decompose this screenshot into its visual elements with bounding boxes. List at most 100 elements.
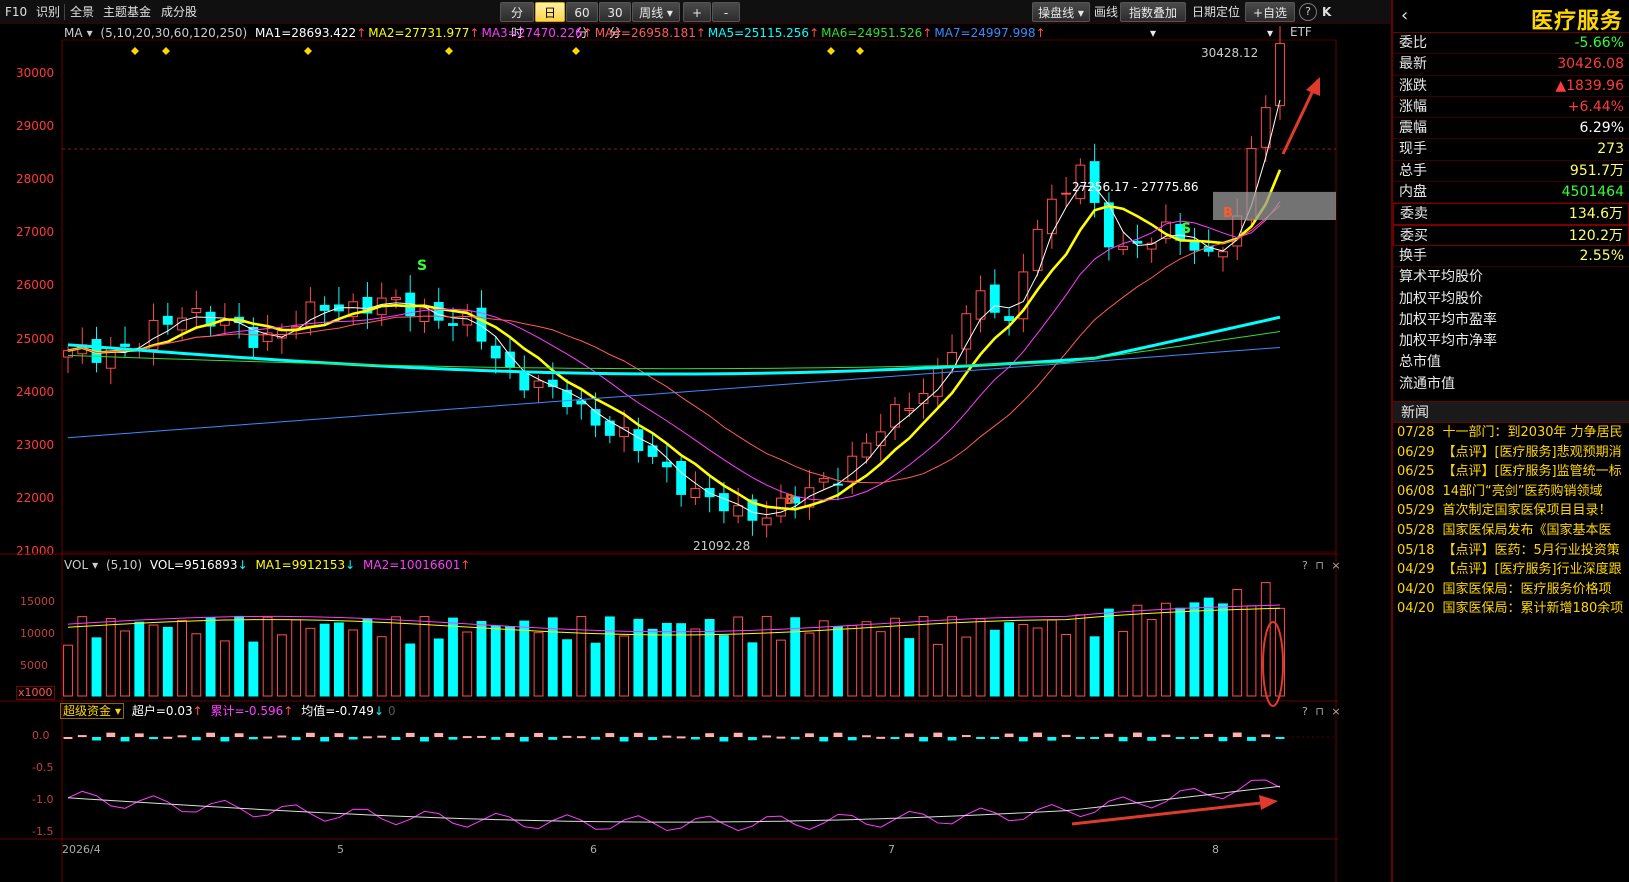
tab-60min[interactable]: 60分 <box>566 2 598 40</box>
volume-bar <box>1161 602 1171 697</box>
flow-bar <box>605 733 615 737</box>
cumulative-arrow: ↑ <box>283 704 294 718</box>
back-chevron-icon[interactable]: ‹ <box>1401 5 1408 26</box>
help-icon[interactable]: ? <box>1299 3 1317 21</box>
volume-bar <box>462 631 473 697</box>
candle-body <box>661 461 672 468</box>
volume-bar <box>661 622 672 697</box>
news-item[interactable]: 05/28 国家医保局发布《国家基本医 <box>1393 521 1629 541</box>
volume-bar <box>191 633 202 697</box>
tab-daily[interactable]: 日线 <box>535 2 565 40</box>
candle-body <box>1103 202 1114 248</box>
trading-line-label: 操盘线 <box>1038 6 1075 20</box>
zero-value: 0 <box>388 704 396 718</box>
components-link[interactable]: 成分股 <box>161 3 197 21</box>
low-price-label: 21092.28 <box>693 539 751 553</box>
buy-signal-label: B <box>785 493 795 508</box>
flow-bar <box>191 737 201 741</box>
toolbar-divider <box>64 4 65 20</box>
candle-body <box>319 304 330 311</box>
volume-bar <box>790 617 801 697</box>
volume-legend: VOL ▾ (5,10) VOL=9516893↓ MA1=9912153↓ MA… <box>64 557 474 573</box>
flow-bar <box>248 737 258 740</box>
flow-bar <box>420 737 429 742</box>
flow-bar <box>134 733 144 737</box>
candle-body <box>861 442 872 458</box>
identify-link[interactable]: 识别 <box>36 3 60 21</box>
tab-intraday[interactable]: 分时 <box>500 2 534 40</box>
candle-body <box>1218 251 1228 258</box>
news-item[interactable]: 04/20 国家医保局：医疗服务价格项 <box>1393 580 1629 600</box>
flow-bar <box>919 737 928 742</box>
volume-bar <box>448 617 458 697</box>
news-item[interactable]: 05/29 首次制定国家医保项目目录！ <box>1393 501 1629 521</box>
full-view-link[interactable]: 全景 <box>70 3 94 21</box>
news-item[interactable]: 04/20 国家医保局：累计新增180余项 <box>1393 599 1629 619</box>
zoom-out-button[interactable]: - <box>712 2 740 22</box>
news-item[interactable]: 05/18 【点评】医药：5月行业投资策 <box>1393 541 1629 561</box>
flow-bar <box>92 737 101 741</box>
volume-bar <box>405 643 416 697</box>
date-tick-label: 6 <box>590 843 597 856</box>
volume-bar <box>904 638 915 697</box>
flow-bar <box>1147 737 1157 741</box>
flow-bar <box>562 735 572 738</box>
flow-bar <box>876 736 886 739</box>
trading-line-dropdown[interactable]: 操盘线 ▾ <box>1032 2 1090 22</box>
volume-bar <box>847 625 858 697</box>
news-list: 07/28 十一部门：到2030年 力争居民 06/29 【点评】[医疗服务]悲观预期… <box>1393 423 1629 619</box>
event-marker-icon <box>856 47 864 55</box>
tab-30min[interactable]: 30分 <box>599 2 631 40</box>
collapse-panel-icon[interactable]: K <box>1322 3 1331 21</box>
volume-unit: x1000 <box>16 686 55 700</box>
index-overlay-dropdown[interactable]: 指数叠加 ▾ <box>1120 2 1186 40</box>
volume-bar <box>833 626 843 697</box>
week-dropdown[interactable]: 周线 ▾ <box>632 2 680 22</box>
news-item[interactable]: 04/29 【点评】[医疗服务]行业深度跟 <box>1393 560 1629 580</box>
flow-bar <box>291 737 301 741</box>
add-watchlist-dropdown[interactable]: +自选 ▾ <box>1245 2 1295 40</box>
candle-body <box>1061 192 1072 195</box>
f10-link[interactable]: F10 <box>5 3 27 21</box>
quote-row: 委比 -5.66% <box>1393 33 1629 55</box>
draw-line-button[interactable]: 画线 <box>1094 3 1118 21</box>
quote-value: 120.2万 <box>1568 227 1623 244</box>
date-locate-button[interactable]: 日期定位 <box>1192 3 1240 21</box>
news-item[interactable]: 06/08 14部门“亮剑”医药购销领域 <box>1393 482 1629 502</box>
quote-value: 6.29% <box>1579 120 1624 137</box>
news-date: 06/25 <box>1397 464 1435 480</box>
volume-bar <box>476 621 487 697</box>
news-date: 04/20 <box>1397 581 1435 597</box>
candle-body <box>120 343 130 347</box>
quote-value: 4501464 <box>1561 184 1624 201</box>
quote-row: 最新 30426.08 <box>1393 54 1629 76</box>
fund-flow-panel-controls[interactable]: ? ⊓ × <box>1302 705 1343 718</box>
fund-flow-selector[interactable]: 超级资金 ▾ <box>60 703 125 719</box>
flow-bar <box>1204 733 1214 737</box>
flow-bar <box>548 737 558 740</box>
vol-selector[interactable]: VOL ▾ <box>64 558 98 572</box>
news-tab[interactable]: 新闻 <box>1393 401 1629 424</box>
index-overlay-label: 指数叠加 <box>1128 6 1177 20</box>
quote-label: 内盘 <box>1399 184 1427 201</box>
flow-bar <box>805 733 814 737</box>
candle-body <box>676 461 687 495</box>
news-item[interactable]: 06/29 【点评】[医疗服务]悲观预期消 <box>1393 443 1629 463</box>
zoom-in-button[interactable]: + <box>683 2 711 22</box>
volume-panel-controls[interactable]: ? ⊓ × <box>1302 559 1343 572</box>
news-item[interactable]: 06/25 【点评】[医疗服务]监管统一标 <box>1393 462 1629 482</box>
candlestick-chart[interactable] <box>0 24 1391 882</box>
flow-bar <box>163 736 173 739</box>
flow-bar <box>149 737 158 740</box>
volume-bar <box>348 629 359 697</box>
volume-bar <box>120 630 130 697</box>
info-row: 总市值 <box>1399 354 1441 371</box>
info-row: 加权平均市净率 <box>1399 333 1497 350</box>
flow-bar <box>1232 732 1242 737</box>
theme-fund-link[interactable]: 主题基金 <box>103 3 151 21</box>
high-price-label: 30428.12 <box>1201 46 1259 60</box>
flow-bar <box>462 736 472 739</box>
news-item[interactable]: 07/28 十一部门：到2030年 力争居民 <box>1393 423 1629 443</box>
chevron-down-icon: ▾ <box>663 6 673 20</box>
news-headline: 十一部门：到2030年 力争居民 <box>1442 425 1623 441</box>
